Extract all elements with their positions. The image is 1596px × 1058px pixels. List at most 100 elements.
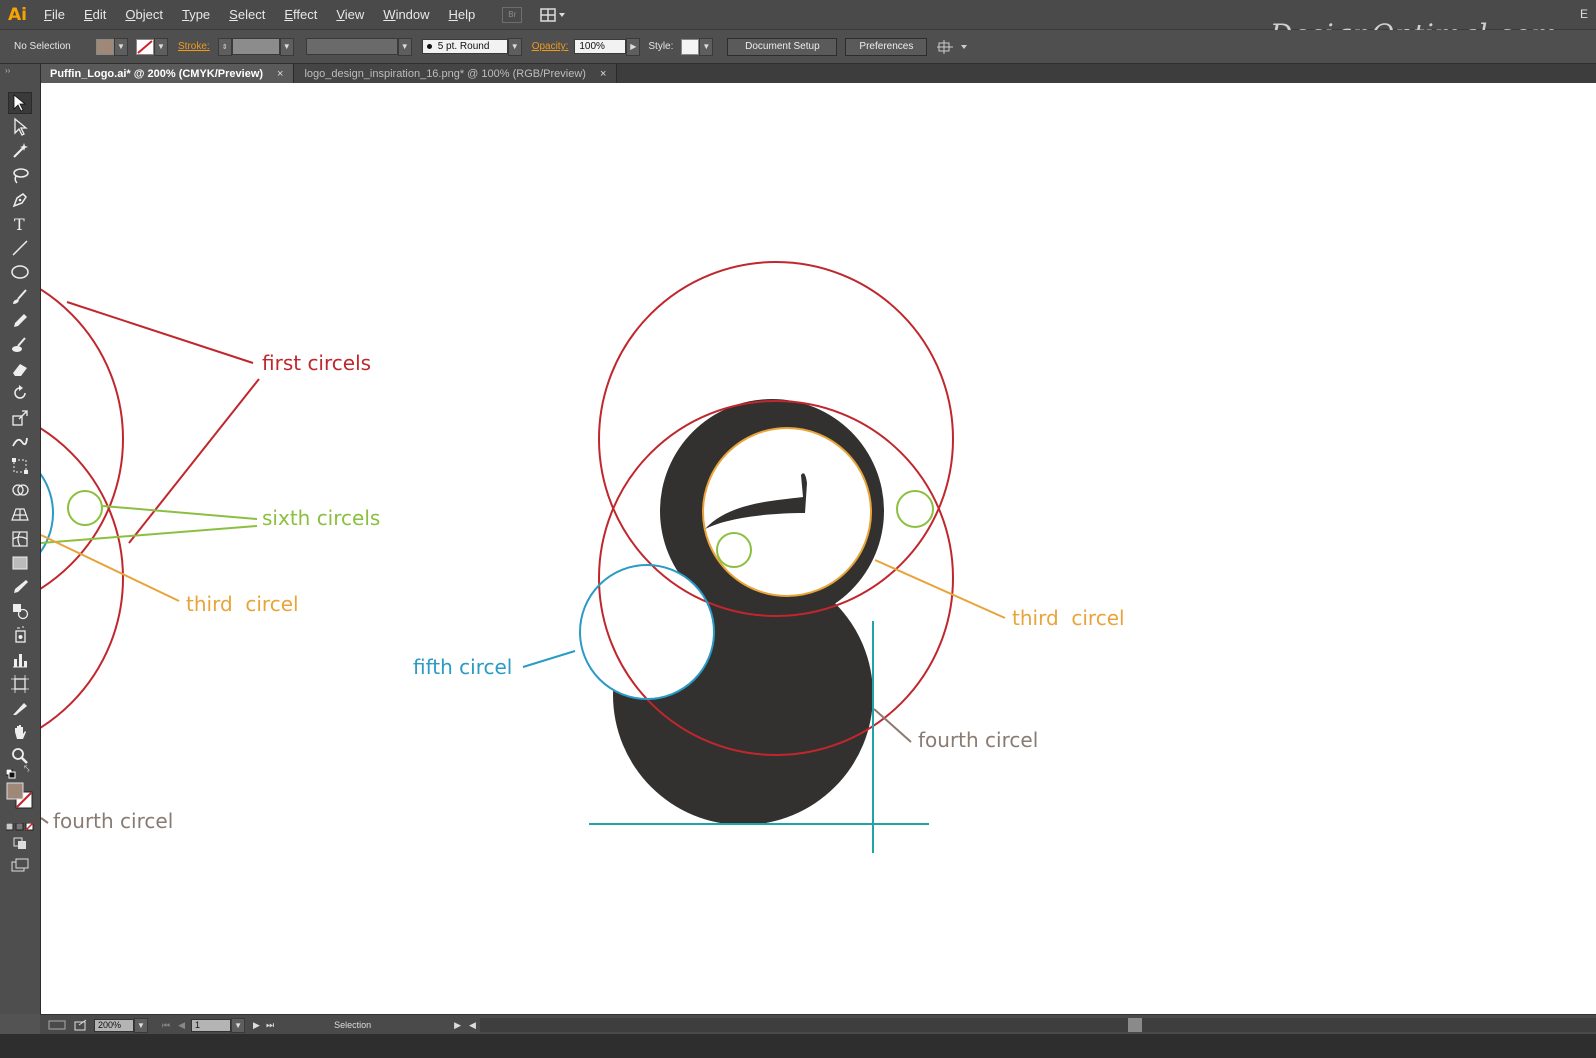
opacity-slider-arrow[interactable]: ▶ [626, 37, 641, 56]
menu-help[interactable]: Help [449, 7, 476, 22]
fill-color-swatch[interactable] [96, 38, 114, 55]
svg-text:T: T [14, 215, 25, 234]
warp-tool-icon[interactable] [8, 431, 32, 453]
stroke-weight-dropdown[interactable]: ▼ [279, 37, 294, 56]
artboard-canvas[interactable]: first circels sixth circels third circel… [41, 83, 1596, 1014]
screen-mode-icon[interactable] [11, 858, 29, 877]
direct-selection-tool-icon[interactable] [8, 116, 32, 138]
next-artboard-icon[interactable]: ▶ [253, 1020, 260, 1031]
menu-effect[interactable]: Effect [284, 7, 317, 22]
artboard-dropdown[interactable]: ▼ [231, 1017, 246, 1033]
magic-wand-tool-icon[interactable] [8, 140, 32, 162]
align-options-icon[interactable] [937, 39, 971, 54]
document-setup-button[interactable]: Document Setup [727, 37, 838, 56]
shape-builder-tool-icon[interactable] [8, 479, 32, 501]
sixth-circle-right [896, 490, 934, 528]
graphic-style-dropdown[interactable]: ▼ [699, 37, 714, 56]
label-third-circel-left: third circel [186, 592, 299, 616]
artboard-tool-icon[interactable] [8, 673, 32, 695]
control-bar: No Selection ▼ ▼ Stroke: ⇕ ▼ ▼ 5 pt. Rou… [0, 30, 1596, 64]
blob-brush-tool-icon[interactable] [8, 334, 32, 356]
default-fill-stroke-icon[interactable] [5, 766, 16, 779]
stroke-weight-stepper[interactable]: ⇕ [217, 37, 232, 56]
share-icon[interactable] [74, 1019, 88, 1031]
version-cue-icon[interactable] [48, 1020, 66, 1030]
mesh-tool-icon[interactable] [8, 528, 32, 550]
line-segment-tool-icon[interactable] [8, 237, 32, 259]
menu-file[interactable]: File [44, 7, 65, 22]
opacity-label[interactable]: Opacity: [532, 41, 569, 52]
drawing-modes-icon[interactable] [12, 836, 28, 855]
label-sixth-circels: sixth circels [262, 506, 381, 530]
free-transform-tool-icon[interactable] [8, 455, 32, 477]
os-taskbar [0, 1034, 1596, 1058]
fill-dropdown-arrow[interactable]: ▼ [114, 37, 128, 56]
leader-fourth-right [873, 708, 912, 743]
tab-logo-design-inspiration[interactable]: logo_design_inspiration_16.png* @ 100% (… [294, 64, 618, 83]
color-gradient-none-icons[interactable] [5, 818, 34, 836]
arrange-documents-icon[interactable] [540, 7, 566, 22]
bridge-button[interactable]: Br [502, 6, 523, 23]
lasso-tool-icon[interactable] [8, 165, 32, 187]
column-graph-tool-icon[interactable] [8, 649, 32, 671]
close-icon[interactable]: × [277, 68, 283, 80]
menu-select[interactable]: Select [229, 7, 265, 22]
opacity-field[interactable]: 100% [574, 39, 627, 54]
variable-width-profile[interactable] [305, 38, 398, 55]
horizontal-scrollbar[interactable] [479, 1018, 1596, 1032]
symbol-sprayer-tool-icon[interactable] [8, 624, 32, 646]
menu-object[interactable]: Object [125, 7, 163, 22]
perspective-grid-tool-icon[interactable] [8, 503, 32, 525]
hand-tool-icon[interactable] [8, 721, 32, 743]
paintbrush-tool-icon[interactable] [8, 286, 32, 308]
pen-tool-icon[interactable] [8, 189, 32, 211]
swap-fill-stroke-icon[interactable]: ⤣ [24, 764, 30, 775]
eyedropper-tool-icon[interactable] [8, 576, 32, 598]
last-artboard-icon[interactable]: ⏭ [266, 1020, 274, 1031]
panel-collapse-icon[interactable]: ›› [5, 66, 10, 75]
brush-definition-field[interactable]: 5 pt. Round [421, 39, 508, 54]
rotate-tool-icon[interactable] [8, 382, 32, 404]
fill-stroke-widget[interactable] [6, 782, 34, 810]
brush-dropdown[interactable]: ▼ [507, 37, 522, 56]
stroke-weight-field[interactable] [231, 38, 280, 55]
leader-first-1 [66, 301, 254, 364]
artwork [41, 261, 1006, 853]
slice-tool-icon[interactable] [8, 697, 32, 719]
tab-puffin-logo[interactable]: Puffin_Logo.ai* @ 200% (CMYK/Preview) × [40, 64, 295, 83]
selection-status: No Selection [14, 41, 71, 52]
first-circle-left-top [41, 288, 124, 590]
preferences-button[interactable]: Preferences [845, 37, 928, 56]
close-icon[interactable]: × [600, 68, 606, 80]
zoom-field[interactable]: 200% [94, 1018, 134, 1032]
first-circle-left-bottom [41, 427, 124, 729]
scale-tool-icon[interactable] [8, 407, 32, 429]
menu-type[interactable]: Type [182, 7, 210, 22]
stroke-dropdown-arrow[interactable]: ▼ [154, 37, 168, 56]
graphic-style-swatch[interactable] [681, 38, 700, 55]
previous-artboard-icon[interactable]: ◀ [178, 1020, 185, 1031]
blend-tool-icon[interactable] [8, 600, 32, 622]
scrollbar-thumb[interactable] [1127, 1018, 1142, 1032]
status-text: Selection [334, 1020, 372, 1030]
label-fourth-circel-right: fourth circel [918, 728, 1039, 752]
scroll-left-icon[interactable]: ◀ [469, 1020, 476, 1031]
pencil-tool-icon[interactable] [8, 310, 32, 332]
gradient-tool-icon[interactable] [8, 552, 32, 574]
variable-width-dropdown[interactable]: ▼ [397, 37, 412, 56]
artboard-number-field[interactable]: 1 [191, 1018, 232, 1032]
stroke-color-swatch[interactable] [136, 38, 154, 55]
type-tool-icon[interactable]: T [8, 213, 32, 235]
menu-view[interactable]: View [336, 7, 364, 22]
zoom-dropdown[interactable]: ▼ [134, 1017, 148, 1033]
status-menu-arrow[interactable]: ▶ [454, 1020, 461, 1031]
label-first-circels: first circels [262, 351, 372, 375]
eraser-tool-icon[interactable] [8, 358, 32, 380]
menu-edit[interactable]: Edit [84, 7, 106, 22]
first-artboard-icon[interactable]: ⏮ [162, 1020, 170, 1031]
stroke-label[interactable]: Stroke: [178, 41, 210, 52]
label-fourth-circel-left: fourth circel [53, 809, 174, 833]
selection-tool-icon[interactable] [8, 92, 32, 114]
menu-window[interactable]: Window [383, 7, 429, 22]
ellipse-tool-icon[interactable] [8, 261, 32, 283]
